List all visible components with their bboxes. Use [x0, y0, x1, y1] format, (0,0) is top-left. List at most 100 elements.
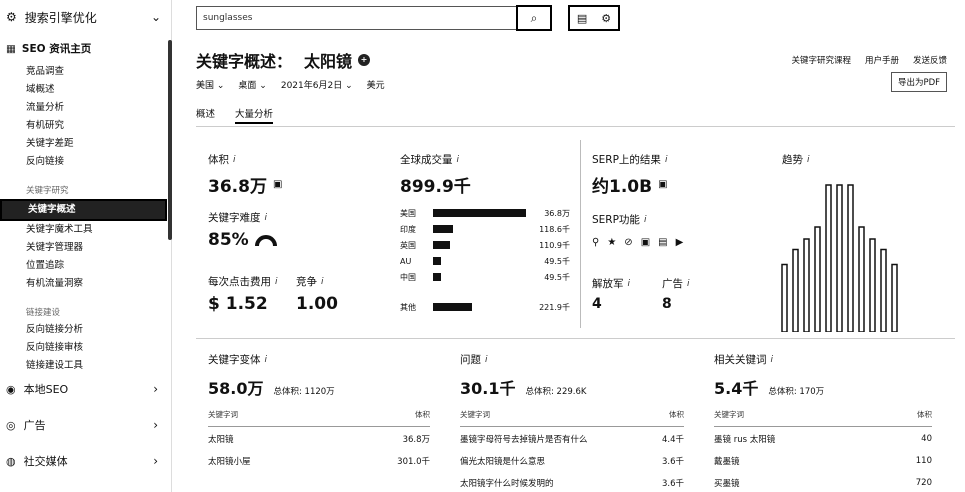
- sidebar-item[interactable]: 位置追踪: [0, 257, 171, 275]
- add-icon[interactable]: +: [358, 54, 371, 66]
- country-bar: [433, 209, 527, 217]
- sidebar-item[interactable]: 有机研究: [0, 117, 171, 135]
- info-icon[interactable]: i: [233, 155, 236, 165]
- top-links: 关键字研究课程 用户手册 发送反馈: [791, 54, 947, 66]
- target-icon: ◎: [6, 418, 16, 432]
- tab-overview[interactable]: 概述: [196, 106, 215, 124]
- info-icon[interactable]: i: [265, 355, 268, 365]
- sidebar-scrollbar[interactable]: [168, 40, 172, 240]
- sidebar-seo-toggle[interactable]: ⚙ 搜索引擎优化 ⌄: [0, 0, 171, 34]
- sidebar-group-title: 关键字研究: [26, 186, 69, 196]
- tab-bulk-analysis[interactable]: 大量分析: [235, 106, 274, 124]
- serp-results-card: SERP上的结果 i 约1.0B ▣: [592, 152, 668, 197]
- sidebar-item[interactable]: 竞品调查: [0, 63, 171, 81]
- gauge-icon: [254, 235, 277, 247]
- sidebar-item[interactable]: 反向链接: [0, 153, 171, 171]
- keyword-section: 关键字变体 i 58.0万 总体积: 1120万 关键字词 体积 太阳镜 36.8…: [208, 352, 430, 471]
- table-row[interactable]: 偏光太阳镜是什么意思 3.6千: [460, 449, 684, 471]
- sidebar-item[interactable]: 域概述: [0, 81, 171, 99]
- volume-cell: 36.8万: [402, 435, 430, 445]
- sidebar-social[interactable]: ◍ 社交媒体 ›: [0, 448, 172, 474]
- info-icon[interactable]: i: [628, 279, 631, 289]
- sidebar-item[interactable]: 反向链接分析: [0, 321, 171, 339]
- country-row[interactable]: 印度 118.6千: [400, 221, 570, 237]
- sidebar-item[interactable]: 链接建设工具: [0, 357, 171, 375]
- country-row[interactable]: 英国 110.9千: [400, 237, 570, 253]
- section-title: 关键字变体: [208, 354, 261, 366]
- info-icon[interactable]: i: [485, 355, 488, 365]
- trend-bar: [847, 184, 854, 332]
- local-pack-icon: ⚲: [592, 237, 600, 248]
- sidebar-group-title: 链接建设: [26, 308, 61, 318]
- trend-card: 趋势 i: [782, 152, 810, 167]
- country-row[interactable]: 中国 49.5千: [400, 269, 570, 285]
- keyword-cell[interactable]: 太阳镜小屋: [208, 449, 333, 471]
- cpc-value: $ 1.52: [208, 294, 268, 314]
- info-icon[interactable]: i: [321, 277, 324, 287]
- country-row[interactable]: AU 49.5千: [400, 253, 570, 269]
- sidebar-item[interactable]: 关键字管理器: [0, 239, 171, 257]
- sidebar-section-seo-home[interactable]: ▦ SEO 资讯主页: [0, 34, 171, 63]
- table-row[interactable]: 墨镜 rus 太阳镜 40: [714, 427, 932, 450]
- trend-bar: [891, 263, 898, 332]
- filter-currency[interactable]: 美元: [367, 78, 385, 91]
- keyword-cell[interactable]: 墨镜 rus 太阳镜: [714, 427, 886, 450]
- sidebar-item-keyword-overview[interactable]: 关键字概述: [0, 199, 167, 221]
- link-course[interactable]: 关键字研究课程: [791, 54, 851, 66]
- serp-feat-label: SERP功能: [592, 214, 640, 226]
- country-row[interactable]: 其他 221.9千: [400, 299, 570, 315]
- info-icon[interactable]: i: [807, 155, 810, 165]
- keyword-cell[interactable]: 偏光太阳镜是什么意思: [460, 449, 651, 471]
- grid-icon: ▦: [6, 42, 16, 55]
- table-row[interactable]: 戴墨镜 110: [714, 449, 932, 471]
- filter-country[interactable]: 美国 ⌄: [196, 78, 224, 91]
- table-row[interactable]: 墨镜字母符号去掉镜片是否有什么 4.4千: [460, 427, 684, 450]
- chevron-right-icon: ›: [153, 418, 158, 432]
- competition-card: 竞争 i 1.00: [296, 274, 338, 314]
- keyword-cell[interactable]: 太阳镜字什么时候发明的: [460, 471, 651, 492]
- sidebar-item[interactable]: 有机流量洞察: [0, 275, 171, 293]
- country-bar-track: [433, 225, 531, 233]
- filter-date[interactable]: 2021年6月2日 ⌄: [281, 78, 353, 91]
- keyword-cell[interactable]: 戴墨镜: [714, 449, 886, 471]
- link-feedback[interactable]: 发送反馈: [913, 54, 947, 66]
- table-row[interactable]: 太阳镜小屋 301.0千: [208, 449, 430, 471]
- export-pdf-button[interactable]: 导出为PDF: [890, 72, 947, 92]
- country-bar-track: [433, 273, 531, 281]
- serp-view-icon[interactable]: ▣: [658, 179, 667, 190]
- sidebar: ⚙ 搜索引擎优化 ⌄ ▦ SEO 资讯主页 竞品调查 域概述 流量分析 有机研究…: [0, 0, 172, 492]
- serp-features-card: SERP功能 i ⚲ ★ ⊘ ▣ ▤ ▶: [592, 212, 683, 248]
- country-value: 110.9千: [539, 240, 570, 250]
- keyword-cell[interactable]: 太阳镜: [208, 427, 333, 450]
- info-icon[interactable]: i: [265, 213, 268, 223]
- sidebar-item[interactable]: 关键字差距: [0, 135, 171, 153]
- sidebar-ads[interactable]: ◎ 广告 ›: [0, 412, 172, 438]
- info-icon[interactable]: i: [644, 215, 647, 225]
- section-title: 相关关键词: [714, 354, 767, 366]
- table-row[interactable]: 太阳镜字什么时候发明的 3.6千: [460, 471, 684, 492]
- sidebar-item[interactable]: 反向链接审核: [0, 339, 171, 357]
- filter-device[interactable]: 桌面 ⌄: [238, 78, 266, 91]
- info-icon[interactable]: i: [687, 279, 690, 289]
- seo-icon: ⚙: [6, 10, 17, 24]
- title-keyword: 太阳镜: [304, 52, 353, 71]
- info-icon[interactable]: i: [457, 155, 460, 165]
- title-prefix: 关键字概述：: [196, 52, 293, 71]
- info-icon[interactable]: i: [771, 355, 774, 365]
- table-row[interactable]: 太阳镜 36.8万: [208, 427, 430, 450]
- global-value: 899.9千: [400, 177, 471, 197]
- info-icon[interactable]: i: [665, 155, 668, 165]
- search-button[interactable]: ⌕: [516, 5, 552, 31]
- table-row[interactable]: 买墨镜 720: [714, 471, 932, 492]
- extra-actions[interactable]: ▤ ⚙: [568, 5, 620, 31]
- keyword-cell[interactable]: 墨镜字母符号去掉镜片是否有什么: [460, 427, 651, 450]
- filters: 美国 ⌄ 桌面 ⌄ 2021年6月2日 ⌄ 美元: [196, 78, 385, 91]
- sidebar-local-seo[interactable]: ◉ 本地SEO ›: [0, 376, 172, 402]
- sidebar-item[interactable]: 关键字魔术工具: [0, 221, 171, 239]
- link-manual[interactable]: 用户手册: [865, 54, 899, 66]
- info-icon[interactable]: i: [275, 277, 278, 287]
- search-input[interactable]: sunglasses: [196, 6, 526, 30]
- country-row[interactable]: 美国 36.8万: [400, 205, 570, 221]
- keyword-cell[interactable]: 买墨镜: [714, 471, 886, 492]
- sidebar-item[interactable]: 流量分析: [0, 99, 171, 117]
